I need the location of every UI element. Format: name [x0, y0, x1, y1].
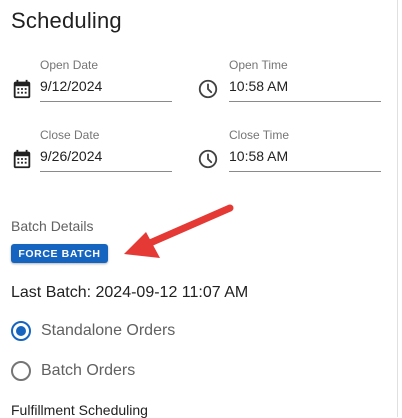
open-date-underline: [40, 101, 172, 102]
close-time-field[interactable]: Close Time 10:58 AM: [197, 128, 382, 174]
last-batch-text: Last Batch: 2024-09-12 11:07 AM: [11, 284, 249, 301]
calendar-icon[interactable]: [11, 78, 33, 100]
calendar-icon[interactable]: [11, 148, 33, 170]
open-date-field[interactable]: Open Date 9/12/2024: [13, 58, 173, 104]
panel-divider: [397, 0, 398, 417]
close-time-value[interactable]: 10:58 AM: [229, 148, 288, 164]
close-time-underline: [229, 171, 381, 172]
section-title: Scheduling: [11, 8, 122, 33]
open-time-label: Open Time: [229, 58, 288, 72]
batch-details-label: Batch Details: [11, 218, 94, 234]
close-date-underline: [40, 171, 172, 172]
radio-label: Batch Orders: [41, 362, 136, 379]
radio-button-checked[interactable]: [11, 321, 31, 341]
clock-icon[interactable]: [197, 78, 219, 100]
radio-standalone-orders[interactable]: Standalone Orders: [11, 318, 175, 344]
fulfillment-scheduling-label: Fulfillment Scheduling: [11, 402, 148, 418]
open-date-value[interactable]: 9/12/2024: [40, 78, 102, 94]
radio-label: Standalone Orders: [41, 322, 176, 339]
close-date-field[interactable]: Close Date 9/26/2024: [13, 128, 173, 174]
radio-button-unchecked[interactable]: [11, 361, 31, 381]
open-time-value[interactable]: 10:58 AM: [229, 78, 288, 94]
close-time-label: Close Time: [229, 128, 290, 142]
open-time-field[interactable]: Open Time 10:58 AM: [197, 58, 382, 104]
open-time-underline: [229, 101, 381, 102]
force-batch-button[interactable]: FORCE BATCH: [11, 244, 108, 263]
close-date-label: Close Date: [40, 128, 100, 142]
open-date-label: Open Date: [40, 58, 99, 72]
close-date-value[interactable]: 9/26/2024: [40, 148, 102, 164]
radio-batch-orders[interactable]: Batch Orders: [11, 358, 135, 384]
clock-icon[interactable]: [197, 148, 219, 170]
